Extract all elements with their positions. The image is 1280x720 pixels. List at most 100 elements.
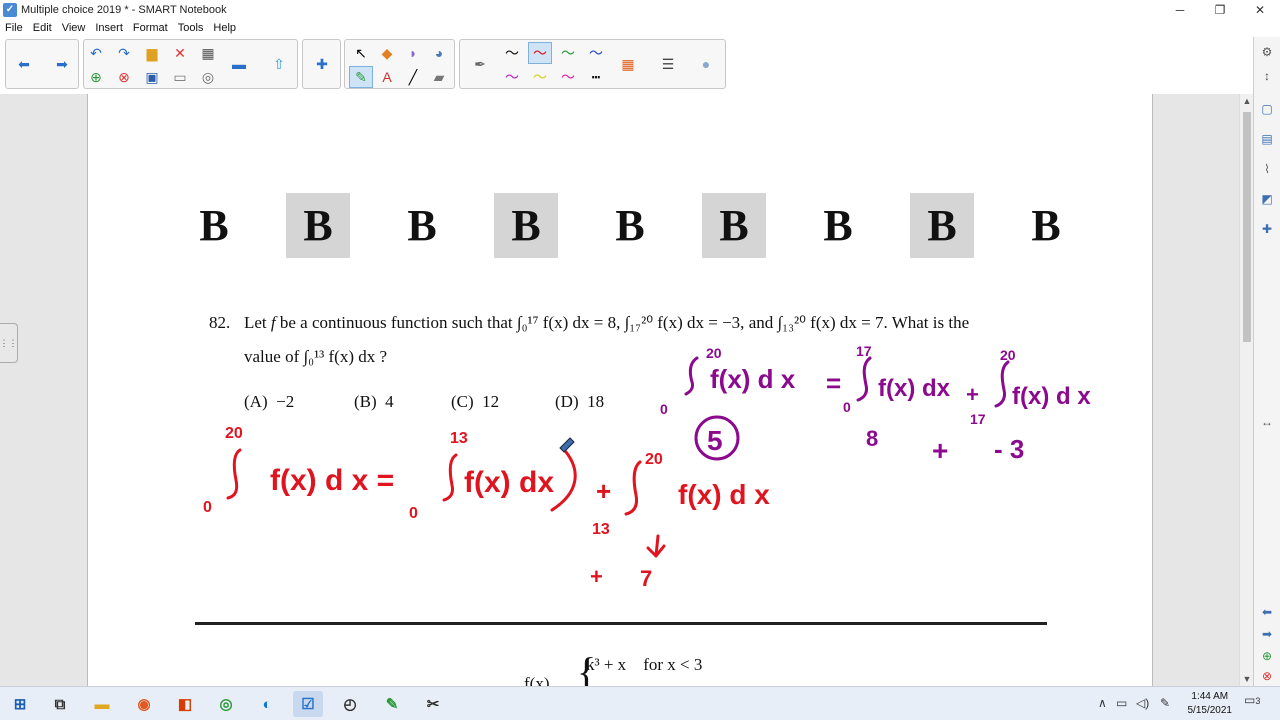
firefox-icon[interactable]: ◉ xyxy=(129,691,159,717)
left-panel-toggle[interactable]: ⋮⋮ xyxy=(0,323,18,363)
file-explorer-icon[interactable]: ▬ xyxy=(87,691,117,717)
nav-group: ⬅ ➡ xyxy=(5,39,79,89)
next-question-piece: k³ + x for x < 3 xyxy=(586,655,703,674)
share-icon[interactable]: ⇧ xyxy=(267,53,291,75)
tray-chevron-icon[interactable]: ∧ xyxy=(1098,696,1107,710)
addons-icon[interactable]: ✚ xyxy=(310,53,334,75)
section-divider xyxy=(195,622,1047,625)
screen-shade-icon[interactable]: ▭ xyxy=(168,66,192,88)
settings-gear-icon[interactable]: ⚙ xyxy=(1258,43,1276,61)
menu-format[interactable]: Format xyxy=(128,22,173,34)
canvas-area[interactable]: B B B B B B B B B 82. Let f be a continu… xyxy=(0,94,1239,686)
add-page-icon[interactable]: ⊕ xyxy=(84,66,108,88)
tools-app-icon[interactable]: ✂ xyxy=(418,691,448,717)
menu-edit[interactable]: Edit xyxy=(28,22,57,34)
next-page-button[interactable]: ➡ xyxy=(50,53,74,75)
save-icon[interactable]: ▣ xyxy=(140,66,164,88)
smart-notebook-taskbar-icon[interactable]: ☑ xyxy=(293,691,323,717)
minimize-button[interactable]: ─ xyxy=(1160,0,1200,20)
question-number: 82. xyxy=(209,313,231,332)
undo-icon[interactable]: ↶ xyxy=(84,42,108,64)
pen-black-icon[interactable]: 〜 xyxy=(500,42,524,64)
pen-magenta-icon[interactable]: 〜 xyxy=(500,66,524,88)
line-style-icon[interactable]: ☰ xyxy=(656,53,680,75)
panel-add-page-icon[interactable]: ⊕ xyxy=(1258,647,1276,665)
line-icon[interactable]: ╱ xyxy=(401,66,425,88)
panel-next-page-icon[interactable]: ➡ xyxy=(1258,625,1276,643)
fill-icon[interactable]: ◕ xyxy=(427,42,451,64)
edge-icon[interactable]: ◐ xyxy=(252,691,282,717)
windows-start-icon[interactable]: ⊞ xyxy=(5,691,35,717)
notification-center-icon[interactable]: ▭3 xyxy=(1244,693,1260,707)
answer-b-cell: B xyxy=(407,201,437,250)
menu-file[interactable]: File xyxy=(0,22,28,34)
answer-b-cell: B xyxy=(615,201,645,250)
shapes-icon[interactable]: ◆ xyxy=(375,42,399,64)
pen-red-icon[interactable]: 〜 xyxy=(528,42,552,64)
windows-taskbar: ⊞ ⧉ ▬ ◉ ◧ ◎ ◐ ☑ ◴ ✎ ✂ ∧ ▭ ◁) ✎ 1:44 AM 5… xyxy=(0,686,1280,720)
move-sidebar-icon[interactable]: ↕ xyxy=(1258,67,1276,85)
pen-pink-icon[interactable]: 〜 xyxy=(556,66,580,88)
system-clock[interactable]: 1:44 AM 5/15/2021 xyxy=(1188,690,1233,718)
pen-dashed-icon[interactable]: ┅ xyxy=(584,66,608,88)
choice-c: (C) 12 xyxy=(451,392,500,411)
tray-pen-icon[interactable]: ✎ xyxy=(1160,696,1170,710)
tools-group: ↖ ◆ ◗ ◕ ✎ A ╱ ▰ xyxy=(344,39,455,89)
expand-panel-icon[interactable]: ↔ xyxy=(1258,413,1276,431)
answer-b-cell: B xyxy=(702,193,766,258)
display-icon[interactable]: ▬ xyxy=(227,53,251,75)
properties-icon[interactable]: ◎ xyxy=(196,66,220,88)
tray-battery-icon[interactable]: ▭ xyxy=(1116,696,1127,710)
scroll-up-icon[interactable]: ▲ xyxy=(1240,94,1254,108)
eraser-shape-icon[interactable]: ◗ xyxy=(401,42,425,64)
pen-yellow-icon[interactable]: 〜 xyxy=(528,66,552,88)
window-controls: ─ ❐ ✕ xyxy=(1160,0,1280,20)
scroll-down-icon[interactable]: ▼ xyxy=(1240,672,1254,686)
task-view-icon[interactable]: ⧉ xyxy=(45,691,75,717)
answer-b-cell: B xyxy=(910,193,974,258)
menu-bar: File Edit View Insert Format Tools Help xyxy=(0,20,1280,36)
tray-volume-icon[interactable]: ◁) xyxy=(1136,696,1149,710)
pen-style-group: ✒ 〜 〜 〜 〜 〜 〜 〜 ┅ ▦ ☰ ● xyxy=(459,39,726,89)
previous-page-button[interactable]: ⬅ xyxy=(12,53,36,75)
menu-help[interactable]: Help xyxy=(208,22,241,34)
notebook-page[interactable]: B B B B B B B B B 82. Let f be a continu… xyxy=(87,94,1153,686)
choice-a: (A) −2 xyxy=(244,392,295,411)
color-palette-icon[interactable]: ▦ xyxy=(616,53,640,75)
scroll-thumb[interactable] xyxy=(1243,112,1251,342)
title-bar: ✓ Multiple choice 2019 * - SMART Noteboo… xyxy=(0,0,1280,20)
open-folder-icon[interactable]: ▆ xyxy=(140,42,164,64)
smart-ink-icon[interactable]: ✎ xyxy=(377,691,407,717)
menu-view[interactable]: View xyxy=(57,22,91,34)
office-icon[interactable]: ◧ xyxy=(170,691,200,717)
addons-panel-icon[interactable]: ✚ xyxy=(1258,220,1276,238)
eraser-icon[interactable]: ▰ xyxy=(427,66,451,88)
menu-insert[interactable]: Insert xyxy=(90,22,128,34)
vertical-scrollbar[interactable]: ▲ ▼ xyxy=(1239,94,1253,686)
pens-icon[interactable]: ✎ xyxy=(349,66,373,88)
properties-panel-icon[interactable]: ◩ xyxy=(1258,190,1276,208)
question-line1: Let f be a continuous function such that… xyxy=(244,313,970,332)
delete-icon[interactable]: ✕ xyxy=(168,42,192,64)
attachments-icon[interactable]: ⌇ xyxy=(1258,160,1276,178)
select-icon[interactable]: ↖ xyxy=(349,42,373,64)
app-dial-icon[interactable]: ◴ xyxy=(335,691,365,717)
file-group: ↶ ↷ ▆ ✕ ▦ ⊕ ⊗ ▣ ▭ ◎ ▬ ⇧ xyxy=(83,39,298,89)
redo-icon[interactable]: ↷ xyxy=(112,42,136,64)
chrome-icon[interactable]: ◎ xyxy=(211,691,241,717)
maximize-button[interactable]: ❐ xyxy=(1200,0,1240,20)
text-icon[interactable]: A xyxy=(375,66,399,88)
pen-type-icon[interactable]: ✒ xyxy=(468,53,492,75)
panel-delete-page-icon[interactable]: ⊗ xyxy=(1258,667,1276,685)
panel-prev-page-icon[interactable]: ⬅ xyxy=(1258,603,1276,621)
fill-effects-icon[interactable]: ● xyxy=(694,53,718,75)
menu-tools[interactable]: Tools xyxy=(173,22,209,34)
page-sorter-icon[interactable]: ▢ xyxy=(1258,100,1276,118)
delete-page-icon[interactable]: ⊗ xyxy=(112,66,136,88)
addons-group: ✚ xyxy=(302,39,341,89)
table-icon[interactable]: ▦ xyxy=(196,42,220,64)
close-button[interactable]: ✕ xyxy=(1240,0,1280,20)
pen-green-icon[interactable]: 〜 xyxy=(556,42,580,64)
pen-blue-icon[interactable]: 〜 xyxy=(584,42,608,64)
gallery-icon[interactable]: ▤ xyxy=(1258,130,1276,148)
